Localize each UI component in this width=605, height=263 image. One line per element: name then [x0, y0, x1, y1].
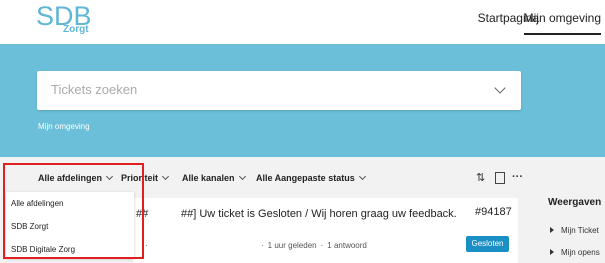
caret-right-icon [550, 227, 554, 233]
ticket-card[interactable]: ## ##] Uw ticket is Gesloten / Wij horen… [133, 198, 518, 263]
filter-status-label: Alle Aangepaste status [256, 173, 355, 183]
view-item-mijn-tickets[interactable]: Mijn Ticket [550, 226, 599, 235]
status-badge: Gesloten [466, 236, 509, 252]
filter-channels-label: Alle kanalen [182, 173, 235, 183]
chevron-down-icon [161, 172, 170, 181]
chevron-down-icon[interactable] [494, 82, 506, 94]
view-item-mijn-opens[interactable]: Mijn opens [550, 248, 600, 257]
search-box[interactable] [37, 71, 521, 110]
nav-mijn-omgeving[interactable]: Mijn omgeving [523, 11, 601, 35]
highlight-box [3, 163, 144, 259]
top-header: SDB Zorgt Startpagina Mijn omgeving [0, 0, 605, 44]
chevron-down-icon [358, 172, 366, 181]
caret-right-icon [550, 249, 554, 255]
export-document-icon[interactable] [495, 172, 505, 184]
ticket-time: 1 uur geleden [267, 241, 317, 250]
meta-separator: · [145, 241, 148, 250]
sort-icon[interactable]: ⇅ [476, 171, 485, 184]
meta-separator: · [320, 241, 324, 250]
ticket-meta: · 1 uur geleden · 1 antwoord [257, 241, 367, 250]
ticket-replies: 1 antwoord [327, 241, 367, 250]
view-item-label: Mijn Ticket [561, 226, 599, 235]
logo-subtext: Zorgt [63, 24, 89, 35]
views-title: Weergaven [548, 197, 602, 208]
meta-separator: · [261, 241, 264, 250]
ticket-title[interactable]: ##] Uw ticket is Gesloten / Wij horen gr… [181, 208, 457, 220]
filter-status[interactable]: Alle Aangepaste status [256, 172, 366, 183]
more-options-icon[interactable]: ··· [512, 171, 523, 183]
search-input[interactable] [49, 81, 473, 98]
ticket-id: #94187 [475, 206, 512, 218]
logo[interactable]: SDB Zorgt [36, 1, 96, 37]
breadcrumb[interactable]: Mijn omgeving [38, 122, 90, 131]
filter-channels[interactable]: Alle kanalen [182, 172, 246, 183]
hero-banner: Mijn omgeving [0, 44, 605, 157]
chevron-down-icon [238, 172, 246, 181]
view-item-label: Mijn opens [561, 248, 600, 257]
views-sidebar: Weergaven Mijn Ticket Mijn opens [530, 157, 605, 263]
